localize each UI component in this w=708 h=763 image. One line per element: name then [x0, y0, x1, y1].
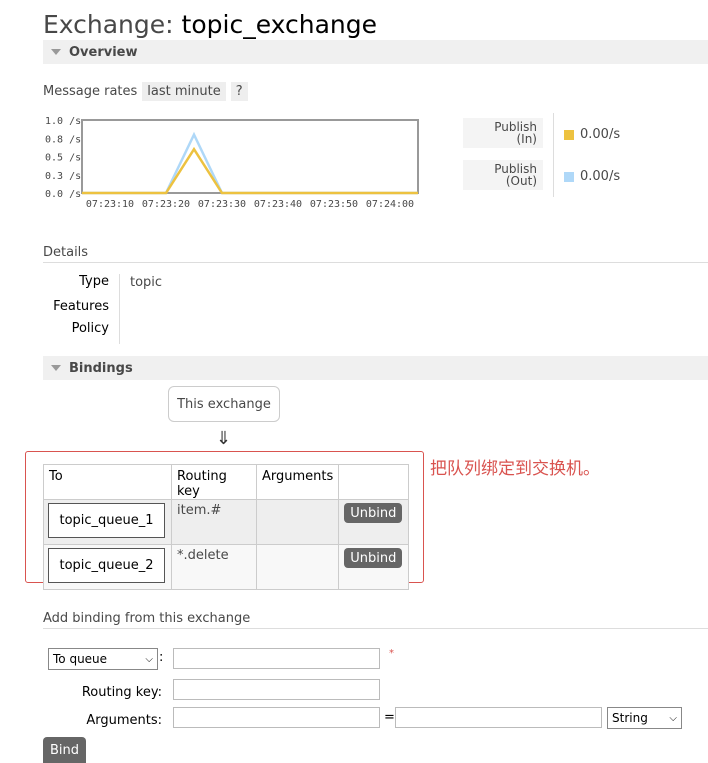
cell-queue: topic_queue_2 — [43, 544, 172, 590]
page-title: Exchange: topic_exchange — [43, 10, 377, 39]
x-tick-label: 07:23:10 — [86, 199, 134, 210]
cell-arguments — [255, 499, 340, 545]
y-tick-label: 0.3 /s — [45, 171, 81, 182]
destination-type-value: To queue — [53, 652, 108, 666]
legend-publish-in: Publish (In) — [463, 118, 543, 148]
y-tick-label: 0.0 /s — [45, 189, 81, 200]
unbind-button[interactable]: Unbind — [344, 503, 403, 523]
routing-key-input[interactable] — [173, 679, 380, 700]
rate-value: 0.00/s — [580, 169, 621, 184]
y-tick-label: 0.5 /s — [45, 153, 81, 164]
table-header-row: To Routing key Arguments — [43, 464, 410, 500]
legend-label: (In) — [516, 132, 537, 146]
cell-action: Unbind — [338, 499, 410, 545]
legend-label: (Out) — [505, 174, 537, 188]
required-mark: * — [389, 648, 394, 659]
destination-type-select[interactable]: To queue ⌵ — [48, 648, 158, 670]
queue-link[interactable]: topic_queue_1 — [48, 503, 165, 538]
range-selector[interactable]: last minute — [142, 82, 226, 101]
bindings-table: To Routing key Arguments topic_queue_1 i… — [43, 464, 410, 590]
destination-input[interactable] — [173, 648, 380, 669]
bind-button[interactable]: Bind — [43, 737, 86, 763]
x-tick-label: 07:23:30 — [198, 199, 246, 210]
argument-type-value: String — [612, 711, 648, 725]
down-arrow-icon: ⇓ — [216, 428, 232, 449]
x-tick-label: 07:24:00 — [366, 199, 414, 210]
column-header-arguments: Arguments — [255, 464, 340, 500]
table-row: topic_queue_1 item.# Unbind — [43, 499, 410, 545]
argument-type-select[interactable]: String ⌵ — [607, 707, 682, 729]
arguments-label: Arguments: — [86, 713, 162, 728]
legend-publish-out: Publish (Out) — [463, 160, 543, 190]
exchange-name: topic_exchange — [181, 10, 378, 39]
detail-value-type: topic — [130, 275, 163, 290]
cell-queue: topic_queue_1 — [43, 499, 172, 545]
argument-key-input[interactable] — [173, 707, 380, 728]
plot-area — [81, 119, 419, 194]
bindings-section-header[interactable]: Bindings — [43, 356, 708, 380]
equals-sign: = — [384, 710, 395, 725]
column-header-actions — [338, 464, 410, 500]
annotation-note: 把队列绑定到交换机。 — [430, 459, 600, 479]
message-rates-row: Message rates last minute ? — [43, 82, 248, 101]
this-exchange-box: This exchange — [168, 386, 280, 422]
cell-routing-key: item.# — [171, 499, 257, 545]
message-rates-chart: 1.0 /s 0.8 /s 0.5 /s 0.3 /s 0.0 /s 07:23:10 07… — [45, 116, 419, 210]
rate-value: 0.00/s — [580, 127, 621, 142]
queue-link[interactable]: topic_queue_2 — [48, 548, 165, 583]
swatch-icon — [564, 171, 574, 182]
legend-divider — [553, 113, 554, 197]
legend-value-in: 0.00/s — [564, 127, 620, 142]
overview-section-header[interactable]: Overview — [43, 40, 708, 64]
unbind-button[interactable]: Unbind — [344, 548, 403, 568]
details-heading: Details — [43, 245, 89, 260]
detail-key-type: Type — [79, 274, 109, 289]
cell-action: Unbind — [338, 544, 410, 590]
y-tick-label: 1.0 /s — [45, 116, 81, 127]
table-row: topic_queue_2 *.delete Unbind — [43, 544, 410, 590]
collapse-triangle-icon — [51, 365, 61, 371]
routing-key-label: Routing key: — [81, 685, 162, 700]
detail-key-policy: Policy — [71, 321, 109, 336]
chevron-down-icon: ⌵ — [145, 653, 153, 665]
message-rates-label: Message rates — [43, 84, 138, 99]
add-binding-heading: Add binding from this exchange — [43, 611, 251, 626]
title-prefix: Exchange: — [43, 10, 174, 39]
x-tick-label: 07:23:40 — [254, 199, 302, 210]
cell-routing-key: *.delete — [171, 544, 257, 590]
x-tick-label: 07:23:20 — [142, 199, 190, 210]
add-binding-rule — [43, 628, 708, 629]
swatch-icon — [564, 129, 574, 140]
y-tick-label: 0.8 /s — [45, 134, 81, 145]
colon-separator: : — [159, 650, 164, 665]
chevron-down-icon: ⌵ — [669, 712, 677, 724]
details-rule — [43, 262, 708, 263]
detail-key-features: Features — [53, 299, 109, 314]
column-header-routing-key: Routing key — [171, 464, 257, 500]
cell-arguments — [255, 544, 340, 590]
routing-key-value: item.# — [177, 503, 222, 518]
bindings-label: Bindings — [69, 360, 133, 376]
x-tick-label: 07:23:50 — [310, 199, 358, 210]
argument-value-input[interactable] — [395, 707, 602, 728]
details-divider — [119, 274, 120, 344]
collapse-triangle-icon — [51, 49, 61, 55]
this-exchange-label: This exchange — [177, 396, 271, 412]
routing-key-value: *.delete — [177, 548, 229, 563]
help-button[interactable]: ? — [230, 82, 248, 101]
column-header-to: To — [43, 464, 172, 500]
legend-value-out: 0.00/s — [564, 169, 620, 184]
overview-label: Overview — [69, 44, 138, 60]
